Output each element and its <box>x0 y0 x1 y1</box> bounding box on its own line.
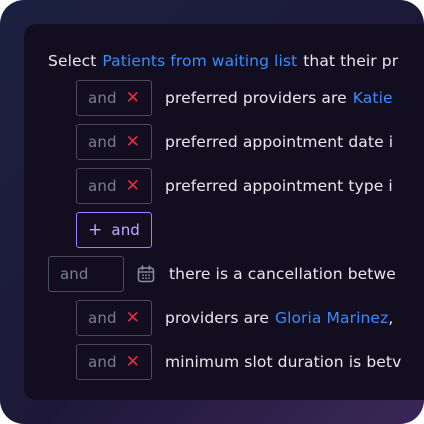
entity-link[interactable]: Patients from waiting list <box>102 52 297 70</box>
add-condition-row: + and <box>76 211 152 249</box>
provider-link[interactable]: Gloria Marinez <box>275 309 388 327</box>
list-separator: , <box>388 309 394 327</box>
condition-row: and ✕ minimum slot duration is betv <box>76 343 401 381</box>
condition-text: there is a cancellation betwe <box>169 265 396 283</box>
and-operator-chip[interactable]: and ✕ <box>76 300 152 336</box>
provider-link[interactable]: Katie <box>353 89 393 107</box>
and-operator-chip[interactable]: and ✕ <box>76 344 152 380</box>
window-frame: Select Patients from waiting list that t… <box>0 0 424 424</box>
operator-label: and <box>88 177 117 195</box>
x-icon[interactable]: ✕ <box>126 133 140 151</box>
x-icon[interactable]: ✕ <box>126 353 140 371</box>
operator-label: and <box>88 353 117 371</box>
and-operator-chip[interactable]: and ✕ <box>76 80 152 116</box>
add-and-label: and <box>111 221 140 239</box>
calendar-icon[interactable] <box>136 264 156 284</box>
x-icon[interactable]: ✕ <box>126 177 140 195</box>
condition-text: preferred providers are <box>165 89 347 107</box>
condition-row: and ✕ preferred providers are Katie <box>76 79 393 117</box>
condition-text: preferred appointment date i <box>165 133 394 151</box>
condition-text: minimum slot duration is betv <box>165 353 402 371</box>
and-operator-chip[interactable]: and ✕ <box>76 124 152 160</box>
x-icon[interactable]: ✕ <box>126 89 140 107</box>
and-operator-chip[interactable]: and ✕ <box>76 168 152 204</box>
query-header: Select Patients from waiting list that t… <box>48 42 398 80</box>
header-suffix: that their pr <box>303 52 399 70</box>
operator-label: and <box>60 265 89 283</box>
operator-label: and <box>88 89 117 107</box>
query-builder-panel: Select Patients from waiting list that t… <box>24 24 424 400</box>
add-and-button[interactable]: + and <box>76 212 152 248</box>
cancellation-row: and there is a cancellation betwe <box>48 255 396 293</box>
condition-row: and ✕ preferred appointment type i <box>76 167 393 205</box>
condition-text: preferred appointment type i <box>165 177 393 195</box>
condition-row: and ✕ providers are Gloria Marinez , <box>76 299 393 337</box>
and-operator-chip[interactable]: and <box>48 256 124 292</box>
header-prefix: Select <box>48 52 97 70</box>
x-icon[interactable]: ✕ <box>126 309 140 327</box>
operator-label: and <box>88 133 117 151</box>
plus-icon: + <box>88 220 103 240</box>
condition-row: and ✕ preferred appointment date i <box>76 123 393 161</box>
condition-text: providers are <box>165 309 269 327</box>
operator-label: and <box>88 309 117 327</box>
